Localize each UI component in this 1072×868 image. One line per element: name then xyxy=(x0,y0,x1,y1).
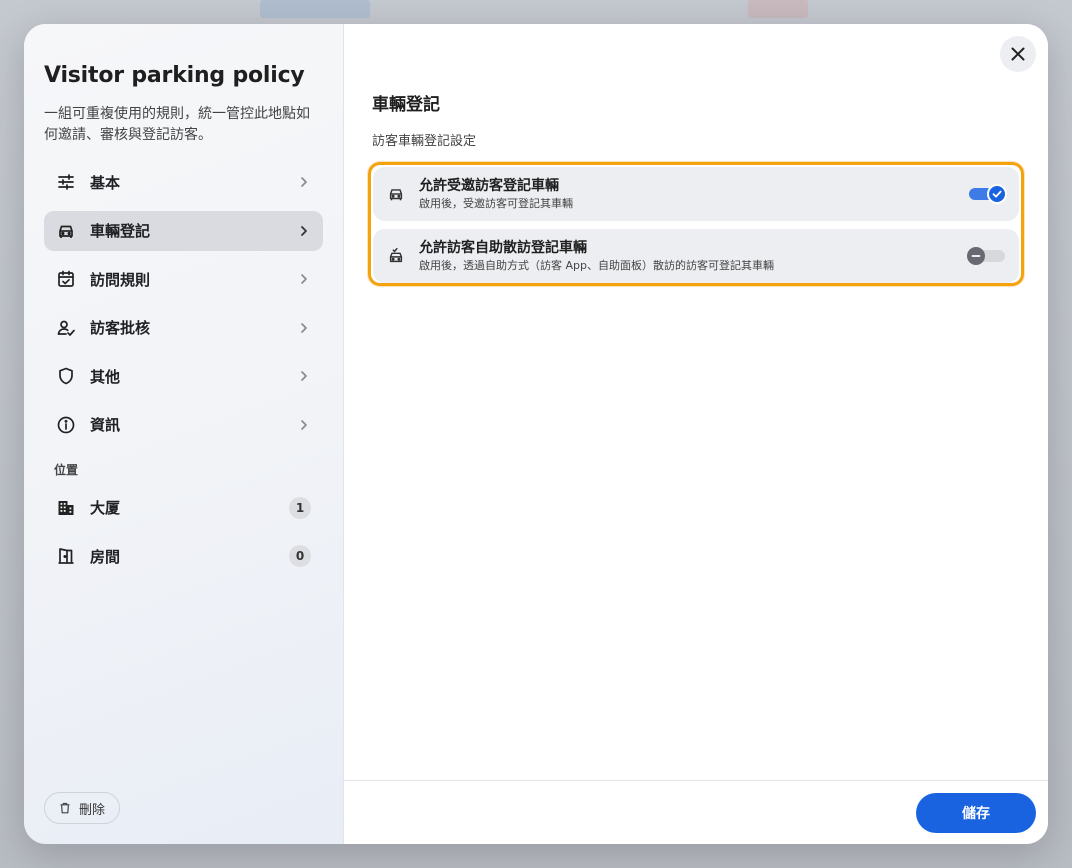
close-button[interactable] xyxy=(1000,36,1036,72)
door-icon xyxy=(56,546,76,566)
toggle-thumb xyxy=(987,184,1007,204)
option-title: 允許訪客自助散訪登記車輛 xyxy=(419,239,587,256)
chevron-right-icon xyxy=(301,225,307,236)
info-icon xyxy=(56,415,76,435)
car-self-service-icon xyxy=(387,247,405,265)
sidebar-item-visitor-approval[interactable]: 訪客批核 xyxy=(44,308,323,348)
shield-icon xyxy=(56,366,76,386)
background-element xyxy=(260,0,370,18)
option-text: 允許訪客自助散訪登記車輛 啟用後，透過自助方式（訪客 App、自助面板）散訪的訪… xyxy=(419,239,969,274)
section-subtitle: 訪客車輛登記設定 xyxy=(372,134,477,149)
sidebar-item-label: 其他 xyxy=(90,367,121,386)
option-text: 允許受邀訪客登記車輛 啟用後，受邀訪客可登記其車輛 xyxy=(419,177,969,212)
sidebar-item-label: 訪客批核 xyxy=(90,319,151,337)
toggle-thumb xyxy=(967,247,985,265)
sidebar-item-label: 車輛登記 xyxy=(90,222,151,240)
building-icon xyxy=(56,498,76,518)
chevron-right-icon xyxy=(301,177,307,187)
option-description: 啟用後，透過自助方式（訪客 App、自助面板）散訪的訪客可登記其車輛 xyxy=(419,258,774,272)
sidebar-item-label: 大厦 xyxy=(90,499,121,517)
sidebar-item-building[interactable]: 大厦 1 xyxy=(44,488,323,528)
sidebar-item-label: 資訊 xyxy=(90,416,121,434)
option-title: 允許受邀訪客登記車輛 xyxy=(419,177,559,194)
option-description: 啟用後，受邀訪客可登記其車輛 xyxy=(419,196,573,210)
policy-dialog: Visitor parking policy 一組可重複使用的規則，統一管控此地… xyxy=(24,24,1048,844)
chevron-right-icon xyxy=(301,371,307,381)
save-button[interactable]: 儲存 xyxy=(916,793,1036,833)
content-panel: 車輛登記 訪客車輛登記設定 允許受邀訪客登記車輛 啟用後，受邀訪客可登記其車輛 xyxy=(344,24,1048,844)
check-icon xyxy=(992,190,1002,198)
chevron-right-icon xyxy=(301,274,307,284)
sidebar-item-basic[interactable]: 基本 xyxy=(44,162,323,202)
section-title: 車輛登記 xyxy=(372,95,440,115)
minus-icon xyxy=(971,255,981,257)
sidebar-item-vehicle-registration[interactable]: 車輛登記 xyxy=(44,210,323,251)
sidebar-item-label: 訪問規則 xyxy=(90,270,151,289)
delete-label: 刪除 xyxy=(79,802,106,818)
sidebar-item-room[interactable]: 房間 0 xyxy=(44,536,323,576)
sidebar-nav: 基本 車輛登記 訪問規則 訪客批核 其他 資訊 位置 大厦 1 房間 0 xyxy=(44,162,323,576)
walkin-visitor-vehicle-toggle[interactable] xyxy=(967,246,1005,266)
option-invited-visitor-vehicle: 允許受邀訪客登記車輛 啟用後，受邀訪客可登記其車輛 xyxy=(373,167,1019,221)
invited-visitor-vehicle-toggle[interactable] xyxy=(969,184,1007,204)
vehicle-options-group: 允許受邀訪客登記車輛 啟用後，受邀訪客可登記其車輛 允許訪客自助散訪登記車輛 啟… xyxy=(368,162,1024,286)
dialog-title: Visitor parking policy xyxy=(44,63,305,88)
option-walkin-visitor-vehicle: 允許訪客自助散訪登記車輛 啟用後，透過自助方式（訪客 App、自助面板）散訪的訪… xyxy=(373,229,1019,283)
sidebar-item-label: 房間 xyxy=(90,547,121,566)
sliders-icon xyxy=(56,172,76,192)
chevron-right-icon xyxy=(301,419,307,430)
delete-button[interactable]: 刪除 xyxy=(44,792,121,824)
person-check-icon xyxy=(56,318,76,338)
trash-icon xyxy=(60,802,70,814)
sidebar-item-label: 基本 xyxy=(90,173,121,192)
location-section-label: 位置 xyxy=(54,462,79,477)
dialog-description: 一組可重複使用的規則，統一管控此地點如何邀請、審核與登記訪客。 xyxy=(44,106,310,143)
sidebar: Visitor parking policy 一組可重複使用的規則，統一管控此地… xyxy=(24,24,344,844)
background-element xyxy=(748,0,808,18)
dialog-footer: 儲存 xyxy=(344,780,1048,844)
sidebar-item-info[interactable]: 資訊 xyxy=(44,405,323,445)
count-badge: 0 xyxy=(289,545,311,567)
sidebar-item-other[interactable]: 其他 xyxy=(44,356,323,396)
count-badge: 1 xyxy=(289,496,311,519)
calendar-check-icon xyxy=(56,269,76,289)
car-icon xyxy=(56,221,76,241)
car-icon xyxy=(387,185,405,203)
close-icon xyxy=(1011,47,1025,61)
chevron-right-icon xyxy=(301,322,307,333)
sidebar-item-visit-rules[interactable]: 訪問規則 xyxy=(44,259,323,299)
